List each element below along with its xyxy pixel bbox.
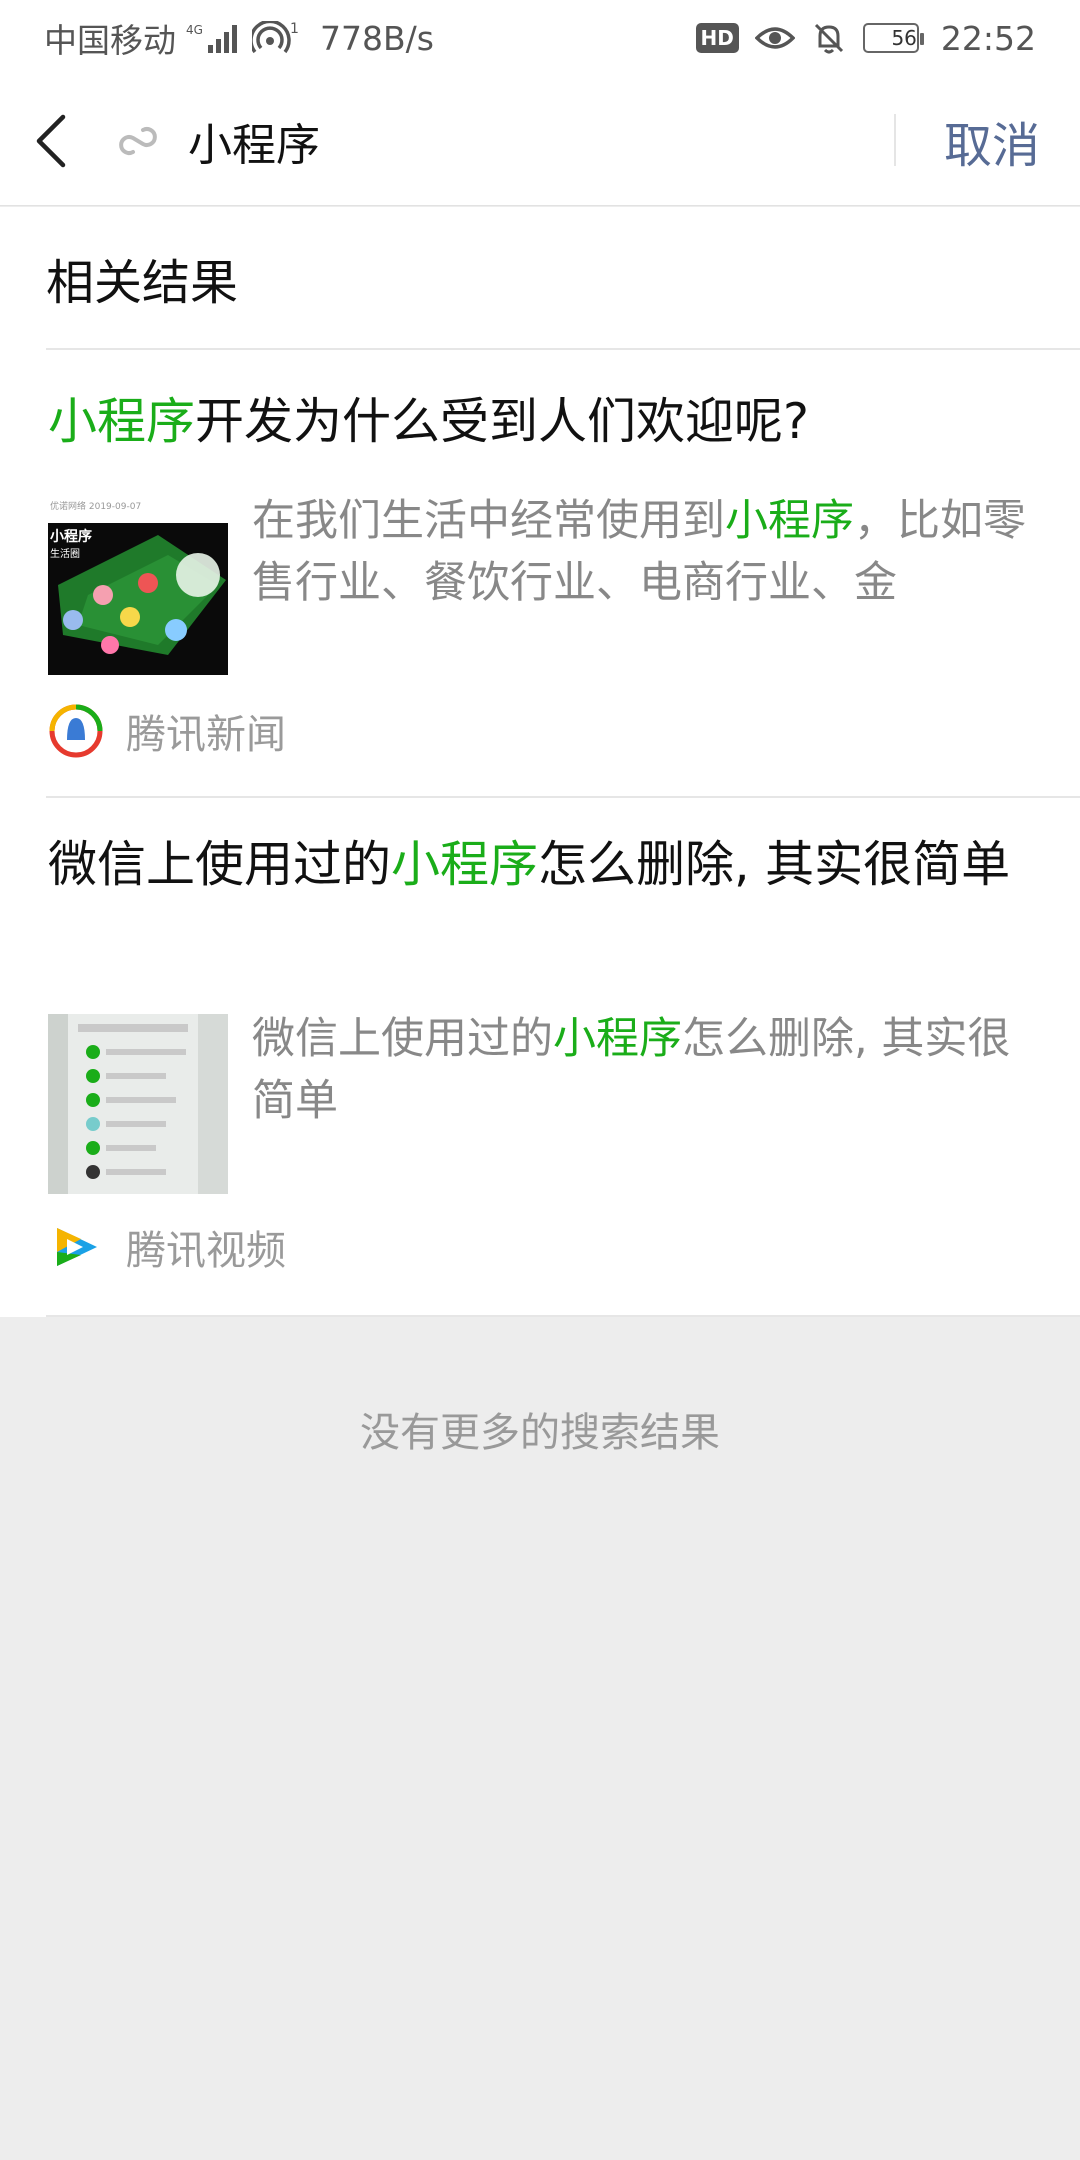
status-bar: 中国移动 4G 1 778B/s HD 56 22:52 bbox=[0, 0, 1080, 76]
status-right: HD 56 22:52 bbox=[695, 18, 1036, 58]
section-title: 相关结果 bbox=[46, 255, 239, 311]
result-title[interactable]: 小程序开发为什么受到人们欢迎呢? bbox=[48, 385, 1020, 459]
title-highlight: 小程序 bbox=[391, 836, 539, 893]
hotspot-icon: 1 bbox=[252, 21, 300, 55]
snippet-highlight: 小程序 bbox=[725, 496, 854, 546]
result-snippet: 微信上使用过的小程序怎么删除, 其实很简单 bbox=[252, 1008, 1030, 1132]
snippet-highlight: 小程序 bbox=[553, 1014, 682, 1064]
title-text: 开发为什么受到人们欢迎呢? bbox=[195, 393, 810, 450]
tencent-news-logo-icon bbox=[48, 703, 104, 759]
result-source[interactable]: 腾讯新闻 bbox=[48, 702, 286, 760]
battery-level: 56 bbox=[891, 26, 917, 50]
search-header: 小程序 取消 bbox=[0, 76, 1080, 206]
results-panel: 相关结果 小程序开发为什么受到人们欢迎呢? 优诺网络 2019-09-07 小程… bbox=[0, 207, 1080, 1317]
title-highlight: 小程序 bbox=[48, 393, 196, 450]
back-button[interactable] bbox=[0, 76, 100, 206]
snippet-text: 在我们生活中经常使用到 bbox=[252, 496, 725, 546]
result-title[interactable]: 微信上使用过的小程序怎么删除, 其实很简单 bbox=[48, 828, 1020, 902]
network-speed: 778B/s bbox=[320, 18, 434, 58]
mini-program-icon bbox=[108, 111, 168, 171]
source-name: 腾讯视频 bbox=[126, 1228, 286, 1274]
divider bbox=[46, 1315, 1080, 1317]
result-card[interactable]: 小程序开发为什么受到人们欢迎呢? 优诺网络 2019-09-07 小程序 生活圈 bbox=[0, 350, 1080, 797]
status-left: 中国移动 4G 1 778B/s bbox=[44, 14, 434, 62]
tencent-video-logo-icon bbox=[48, 1219, 104, 1275]
result-card[interactable]: 微信上使用过的小程序怎么删除, 其实很简单 微信上使用过的小程序怎么删除, 其实… bbox=[0, 798, 1080, 1315]
eye-icon bbox=[754, 23, 795, 53]
battery-indicator: 56 bbox=[862, 23, 924, 53]
header-divider bbox=[894, 114, 896, 166]
carrier-label: 中国移动 bbox=[44, 21, 176, 60]
hd-badge: HD bbox=[695, 23, 739, 53]
no-more-results: 没有更多的搜索结果 bbox=[360, 1410, 720, 1456]
snippet-text: 微信上使用过的 bbox=[252, 1014, 553, 1064]
result-source[interactable]: 腾讯视频 bbox=[48, 1218, 286, 1276]
bell-off-icon bbox=[811, 20, 847, 56]
result-thumbnail[interactable]: 优诺网络 2019-09-07 小程序 生活圈 bbox=[48, 495, 228, 675]
thumb-caption: 生活圈 bbox=[50, 547, 80, 560]
thumb-caption: 小程序 bbox=[50, 528, 92, 545]
clock: 22:52 bbox=[940, 18, 1036, 58]
title-text: 微信上使用过的 bbox=[48, 836, 392, 893]
source-name: 腾讯新闻 bbox=[126, 712, 286, 758]
cancel-button[interactable]: 取消 bbox=[944, 76, 1040, 206]
result-thumbnail[interactable] bbox=[48, 1014, 228, 1194]
svg-text:4G: 4G bbox=[186, 23, 203, 37]
title-text: 怎么删除, 其实很简单 bbox=[538, 836, 1011, 893]
thumb-date: 优诺网络 2019-09-07 bbox=[50, 500, 141, 512]
back-arrow-icon bbox=[36, 114, 66, 167]
result-snippet: 在我们生活中经常使用到小程序，比如零售行业、餐饮行业、电商行业、金 bbox=[252, 490, 1030, 614]
svg-text:1: 1 bbox=[290, 21, 299, 37]
signal-icon: 4G bbox=[186, 21, 242, 55]
search-input[interactable]: 小程序 bbox=[188, 109, 320, 173]
